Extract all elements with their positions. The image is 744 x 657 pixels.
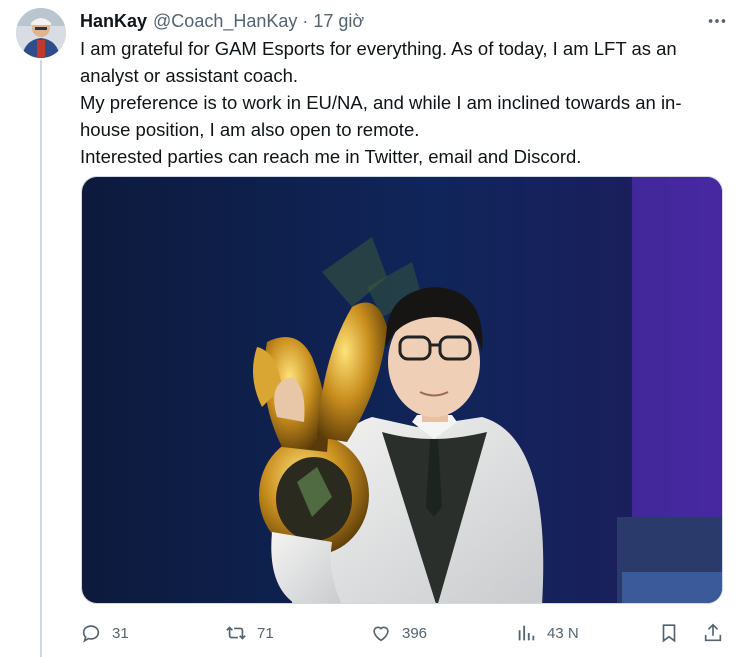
- bookmark-icon: [662, 624, 676, 643]
- reply-count: 31: [112, 624, 129, 642]
- separator-dot: ·: [302, 11, 309, 31]
- tweet-photo[interactable]: [81, 176, 723, 604]
- photo-trophy-winner: [82, 177, 722, 603]
- author-name[interactable]: HanKay: [80, 9, 147, 33]
- more-button[interactable]: [702, 6, 732, 36]
- tweet-line: I am grateful for GAM Esports for everyt…: [80, 38, 677, 59]
- tweet-line: house position, I am also open to remote…: [80, 119, 420, 140]
- tweet-text: I am grateful for GAM Esports for everyt…: [80, 35, 730, 170]
- like-count: 396: [402, 624, 428, 642]
- tweet-header: HanKay @Coach_HanKay · 17 giờ: [80, 9, 364, 33]
- tweet-line: analyst or assistant coach.: [80, 65, 298, 86]
- more-horizontal-icon: [708, 19, 726, 23]
- share-icon: [704, 623, 722, 642]
- retweet-icon: [226, 626, 246, 640]
- share-button[interactable]: [702, 620, 724, 646]
- reply-button[interactable]: 31: [80, 620, 129, 646]
- retweet-button[interactable]: 71: [225, 620, 274, 646]
- tweet-actions: 31 71 396 43 N: [80, 620, 730, 646]
- views-button[interactable]: 43 N: [515, 620, 579, 646]
- views-icon: [518, 625, 535, 641]
- thread-line: [40, 60, 42, 657]
- bookmark-button[interactable]: [658, 620, 680, 646]
- avatar[interactable]: [16, 8, 66, 58]
- tweet-line: My preference is to work in EU/NA, and w…: [80, 92, 682, 113]
- like-button[interactable]: 396: [370, 620, 427, 646]
- tweet-line: Interested parties can reach me in Twitt…: [80, 146, 582, 167]
- reply-icon: [82, 625, 100, 643]
- heart-icon: [373, 626, 389, 642]
- retweet-count: 71: [257, 624, 274, 642]
- timestamp[interactable]: 17 giờ: [313, 9, 364, 33]
- views-count: 43 N: [547, 624, 579, 642]
- author-handle[interactable]: @Coach_HanKay: [153, 9, 297, 33]
